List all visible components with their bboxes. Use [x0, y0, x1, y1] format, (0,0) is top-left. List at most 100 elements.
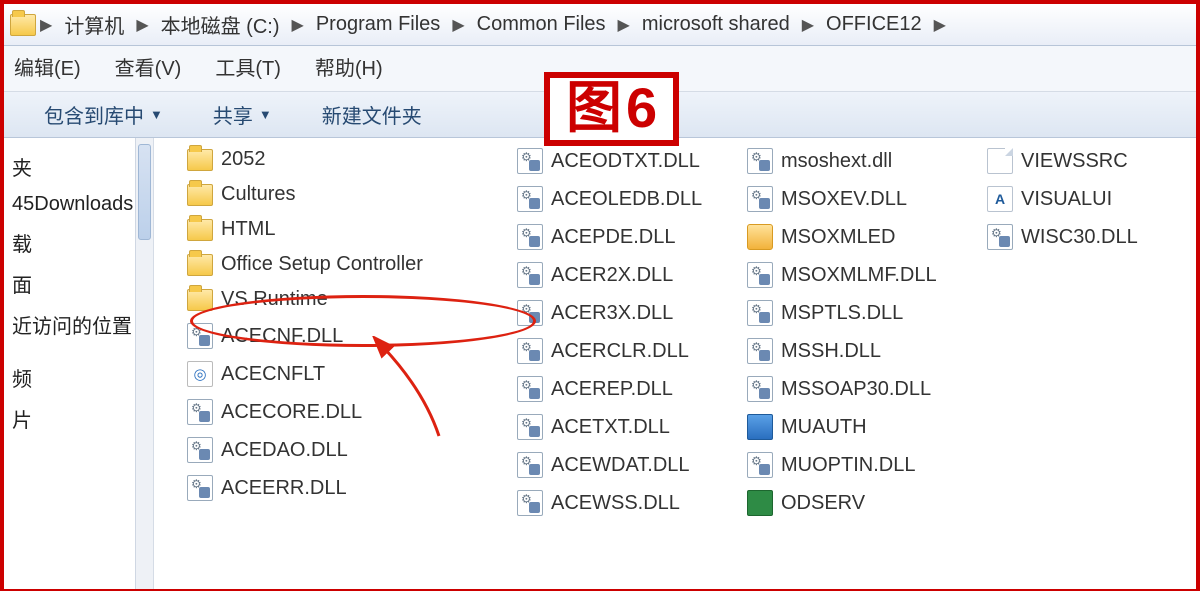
item-label: 2052 — [221, 148, 266, 171]
item-label: ACEODTXT.DLL — [551, 150, 700, 173]
breadcrumb-segment[interactable]: Program Files — [308, 4, 448, 45]
folder-item[interactable]: HTML — [182, 214, 512, 245]
item-label: ACECORE.DLL — [221, 401, 362, 424]
nav-item[interactable]: 载 — [4, 222, 153, 263]
item-label: VS Runtime — [221, 288, 328, 311]
file-item[interactable]: ACEODTXT.DLL — [512, 144, 742, 178]
file-item[interactable]: msoshext.dll — [742, 144, 982, 178]
breadcrumb-segment[interactable]: 计算机 — [56, 4, 132, 45]
breadcrumb-segment[interactable]: microsoft shared — [634, 4, 798, 45]
scrollbar[interactable] — [135, 138, 153, 589]
breadcrumb-segment[interactable]: 本地磁盘 (C:) — [153, 4, 288, 45]
folder-icon — [187, 254, 213, 276]
file-item[interactable]: ODSERV — [742, 486, 982, 520]
file-item[interactable]: ACETXT.DLL — [512, 410, 742, 444]
dll-icon — [187, 399, 213, 425]
file-item[interactable]: MSSOAP30.DLL — [742, 372, 982, 406]
item-label: WISC30.DLL — [1021, 226, 1138, 249]
chevron-right-icon[interactable]: ▶ — [450, 15, 466, 35]
file-item[interactable]: MSOXMLED — [742, 220, 982, 254]
file-item[interactable]: MSPTLS.DLL — [742, 296, 982, 330]
item-label: VIEWSSRC — [1021, 150, 1128, 173]
item-label: MUAUTH — [781, 416, 867, 439]
dll-icon — [747, 186, 773, 212]
page-icon — [987, 148, 1013, 174]
file-item[interactable]: ACECNFLT — [182, 357, 512, 391]
dll-icon — [187, 437, 213, 463]
share-button[interactable]: 共享 ▼ — [213, 100, 272, 129]
figure-label: 图6 — [544, 72, 679, 146]
menu-view[interactable]: 查看(V) — [115, 52, 182, 81]
file-item[interactable]: WISC30.DLL — [982, 220, 1152, 254]
chevron-right-icon[interactable]: ▶ — [616, 15, 632, 35]
item-label: ACEDAO.DLL — [221, 439, 348, 462]
include-in-library-button[interactable]: 包含到库中 ▼ — [44, 100, 163, 129]
file-item[interactable]: MUOPTIN.DLL — [742, 448, 982, 482]
nav-item[interactable]: 45Downloads — [4, 187, 153, 222]
nav-item[interactable]: 夹 — [4, 146, 153, 187]
file-item[interactable]: MSOXMLMF.DLL — [742, 258, 982, 292]
file-item[interactable]: ACECORE.DLL — [182, 395, 512, 429]
nav-item[interactable]: 面 — [4, 263, 153, 304]
folder-item[interactable]: VS Runtime — [182, 284, 512, 315]
folder-item[interactable]: 2052 — [182, 144, 512, 175]
dll-icon — [987, 224, 1013, 250]
nav-item[interactable]: 片 — [4, 398, 153, 439]
item-label: ODSERV — [781, 492, 865, 515]
file-item[interactable]: ACEREP.DLL — [512, 372, 742, 406]
file-item[interactable]: ACER3X.DLL — [512, 296, 742, 330]
dll-icon — [517, 338, 543, 364]
file-item[interactable]: MUAUTH — [742, 410, 982, 444]
chevron-right-icon[interactable]: ▶ — [38, 15, 54, 35]
breadcrumb-segment[interactable]: Common Files — [469, 4, 614, 45]
item-label: MSOXEV.DLL — [781, 188, 907, 211]
menu-tools[interactable]: 工具(T) — [215, 52, 281, 81]
item-label: VISUALUI — [1021, 188, 1112, 211]
menu-edit[interactable]: 编辑(E) — [14, 52, 81, 81]
address-bar: ▶ 计算机 ▶ 本地磁盘 (C:) ▶ Program Files ▶ Comm… — [4, 4, 1196, 46]
file-item[interactable]: VIEWSSRC — [982, 144, 1152, 178]
item-label: MSSOAP30.DLL — [781, 378, 931, 401]
new-folder-button[interactable]: 新建文件夹 — [322, 100, 422, 129]
item-label: ACEWDAT.DLL — [551, 454, 690, 477]
file-item[interactable]: ACEERR.DLL — [182, 471, 512, 505]
afile-icon — [987, 186, 1013, 212]
file-item[interactable]: ACERCLR.DLL — [512, 334, 742, 368]
folder-item[interactable]: Cultures — [182, 179, 512, 210]
file-item[interactable]: ACECNF.DLL — [182, 319, 512, 353]
dll-icon — [747, 262, 773, 288]
folder-item[interactable]: Office Setup Controller — [182, 249, 512, 280]
item-label: ACEOLEDB.DLL — [551, 188, 702, 211]
scrollbar-thumb[interactable] — [138, 144, 151, 240]
file-item[interactable]: ACEDAO.DLL — [182, 433, 512, 467]
file-item[interactable]: ACER2X.DLL — [512, 258, 742, 292]
nav-item[interactable]: 频 — [4, 357, 153, 398]
file-item[interactable]: MSSH.DLL — [742, 334, 982, 368]
file-item[interactable]: ACEWSS.DLL — [512, 486, 742, 520]
file-item[interactable]: ACEPDE.DLL — [512, 220, 742, 254]
button-label: 包含到库中 — [44, 100, 144, 129]
nav-item[interactable] — [4, 345, 153, 357]
item-label: ACETXT.DLL — [551, 416, 670, 439]
breadcrumb-segment[interactable]: OFFICE12 — [818, 4, 930, 45]
folder-icon — [10, 14, 36, 36]
chevron-right-icon[interactable]: ▶ — [134, 15, 150, 35]
file-item[interactable]: ACEOLEDB.DLL — [512, 182, 742, 216]
chevron-right-icon[interactable]: ▶ — [932, 15, 948, 35]
chevron-right-icon[interactable]: ▶ — [290, 15, 306, 35]
chevron-right-icon[interactable]: ▶ — [800, 15, 816, 35]
file-item[interactable]: MSOXEV.DLL — [742, 182, 982, 216]
dll-icon — [187, 323, 213, 349]
file-item[interactable]: VISUALUI — [982, 182, 1152, 216]
item-label: ACEPDE.DLL — [551, 226, 676, 249]
dll-icon — [747, 452, 773, 478]
figure-label-text: 图 — [566, 80, 622, 136]
dll-icon — [747, 300, 773, 326]
nav-item[interactable]: 近访问的位置 — [4, 304, 153, 345]
blue-icon — [747, 414, 773, 440]
menu-help[interactable]: 帮助(H) — [315, 52, 383, 81]
file-item[interactable]: ACEWDAT.DLL — [512, 448, 742, 482]
nav-pane: 夹45Downloads载面近访问的位置频片 — [4, 138, 154, 589]
dll-icon — [187, 475, 213, 501]
item-label: ACER2X.DLL — [551, 264, 673, 287]
